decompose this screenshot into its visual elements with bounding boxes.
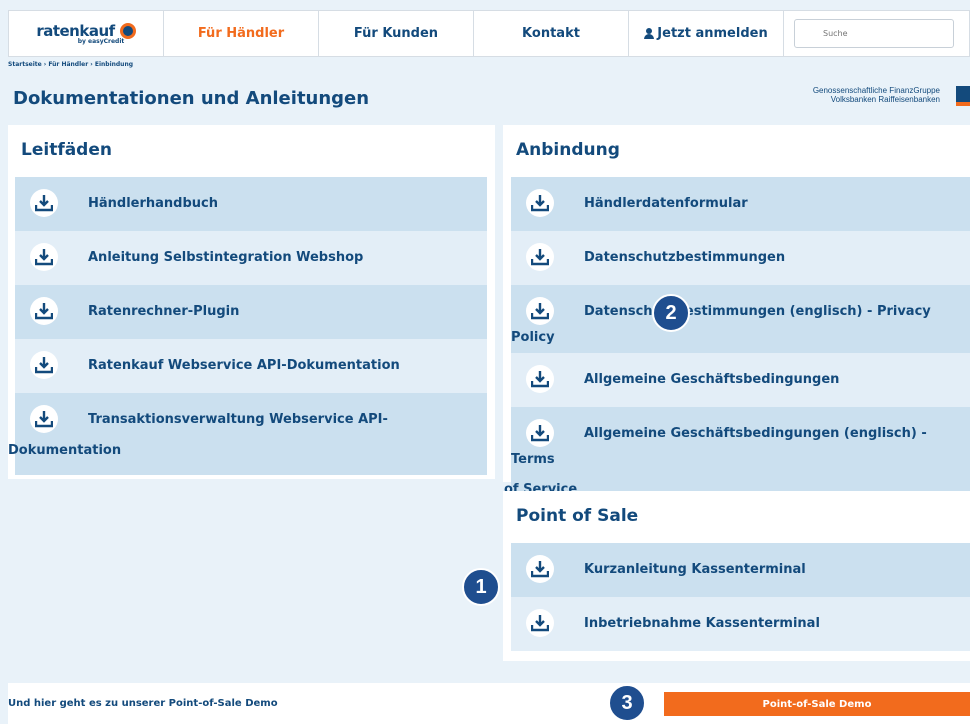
pos-list: Kurzanleitung Kassenterminal Inbetriebna… xyxy=(511,543,970,651)
download-icon xyxy=(526,297,554,325)
anbindung-list: Händlerdatenformular Datenschutzbestimmu… xyxy=(504,177,970,505)
leitfaeden-title: Leitfäden xyxy=(21,140,112,160)
point-of-sale-panel: Point of Sale Kurzanleitung Kassentermin… xyxy=(503,491,970,661)
item-label: Datenschutzbestimmungen (englisch) - Pri… xyxy=(511,303,931,346)
top-navigation: ratenkauf by easyCredit Für Händler Für … xyxy=(8,10,970,57)
download-selbstintegration[interactable]: Anleitung Selbstintegration Webshop xyxy=(15,231,487,285)
brand-line1: Genossenschaftliche FinanzGruppe xyxy=(812,86,940,95)
anbindung-title: Anbindung xyxy=(516,140,620,160)
download-icon xyxy=(526,365,554,393)
ratenkauf-logo[interactable]: ratenkauf by easyCredit xyxy=(9,11,164,56)
download-transaktionsverwaltung[interactable]: Transaktionsverwaltung Webservice API- Do… xyxy=(8,393,487,475)
nav-haendler[interactable]: Für Händler xyxy=(164,11,319,56)
download-icon xyxy=(526,419,554,447)
page-title: Dokumentationen und Anleitungen xyxy=(13,88,370,109)
pos-demo-text: Und hier geht es zu unserer Point-of-Sal… xyxy=(8,698,278,709)
annotation-badge-2: 2 xyxy=(652,294,690,332)
item-label-wrap: Dokumentation xyxy=(8,443,122,458)
download-icon xyxy=(30,405,58,433)
item-label: Ratenrechner-Plugin xyxy=(88,303,240,319)
download-icon xyxy=(526,243,554,271)
login-label: Jetzt anmelden xyxy=(657,26,768,41)
leitfaeden-panel: Leitfäden Händlerhandbuch Anleitung Selb… xyxy=(8,125,495,479)
item-label: Datenschutzbestimmungen xyxy=(584,249,786,265)
item-label: Händlerdatenformular xyxy=(584,195,748,211)
item-label: Allgemeine Geschäftsbedingungen (englisc… xyxy=(511,425,927,468)
logo-subtitle: by easyCredit xyxy=(77,38,125,45)
download-privacy-policy[interactable]: Datenschutzbestimmungen (englisch) - Pri… xyxy=(511,285,970,353)
item-label: Ratenkauf Webservice API-Dokumentation xyxy=(88,357,400,373)
anbindung-panel: Anbindung Händlerdatenformular Datenschu… xyxy=(503,125,970,505)
download-haendlerdatenformular[interactable]: Händlerdatenformular xyxy=(511,177,970,231)
annotation-badge-3: 3 xyxy=(608,684,646,722)
item-label: Inbetriebnahme Kassenterminal xyxy=(584,615,820,631)
search-area xyxy=(784,11,969,56)
item-label: Allgemeine Geschäftsbedingungen xyxy=(584,371,840,387)
download-kurzanleitung[interactable]: Kurzanleitung Kassenterminal xyxy=(511,543,970,597)
download-inbetriebnahme[interactable]: Inbetriebnahme Kassenterminal xyxy=(511,597,970,651)
brand-text: Genossenschaftliche FinanzGruppe Volksba… xyxy=(813,86,940,104)
download-icon xyxy=(30,351,58,379)
bottom-bar: Und hier geht es zu unserer Point-of-Sal… xyxy=(8,683,970,724)
pos-title: Point of Sale xyxy=(516,506,639,526)
nav-kunden[interactable]: Für Kunden xyxy=(319,11,474,56)
search-input[interactable] xyxy=(794,19,954,48)
logo-icon xyxy=(119,23,136,39)
breadcrumb: Startseite › Für Händler › Einbindung xyxy=(8,61,134,68)
item-label: Kurzanleitung Kassenterminal xyxy=(584,561,806,577)
item-label: Händlerhandbuch xyxy=(88,195,219,211)
leitfaeden-list: Händlerhandbuch Anleitung Selbstintegrat… xyxy=(8,177,487,475)
login-link[interactable]: Jetzt anmelden xyxy=(629,11,784,56)
user-icon xyxy=(644,28,655,39)
annotation-badge-1: 1 xyxy=(462,568,500,606)
item-label: Anleitung Selbstintegration Webshop xyxy=(88,249,364,265)
download-agb[interactable]: Allgemeine Geschäftsbedingungen xyxy=(511,353,970,407)
download-icon xyxy=(30,189,58,217)
download-datenschutz[interactable]: Datenschutzbestimmungen xyxy=(511,231,970,285)
download-icon xyxy=(30,243,58,271)
download-icon xyxy=(30,297,58,325)
download-icon xyxy=(526,609,554,637)
nav-kontakt[interactable]: Kontakt xyxy=(474,11,629,56)
download-api-doku[interactable]: Ratenkauf Webservice API-Dokumentation xyxy=(15,339,487,393)
download-haendlerhandbuch[interactable]: Händlerhandbuch xyxy=(15,177,487,231)
brand-line2: Volksbanken Raiffeisenbanken xyxy=(830,95,940,104)
download-ratenrechner[interactable]: Ratenrechner-Plugin xyxy=(15,285,487,339)
download-icon xyxy=(526,189,554,217)
download-icon xyxy=(526,555,554,583)
pos-demo-button[interactable]: Point-of-Sale Demo xyxy=(664,692,970,716)
item-label: Transaktionsverwaltung Webservice API- xyxy=(88,411,388,427)
vr-logo-icon xyxy=(956,86,970,106)
